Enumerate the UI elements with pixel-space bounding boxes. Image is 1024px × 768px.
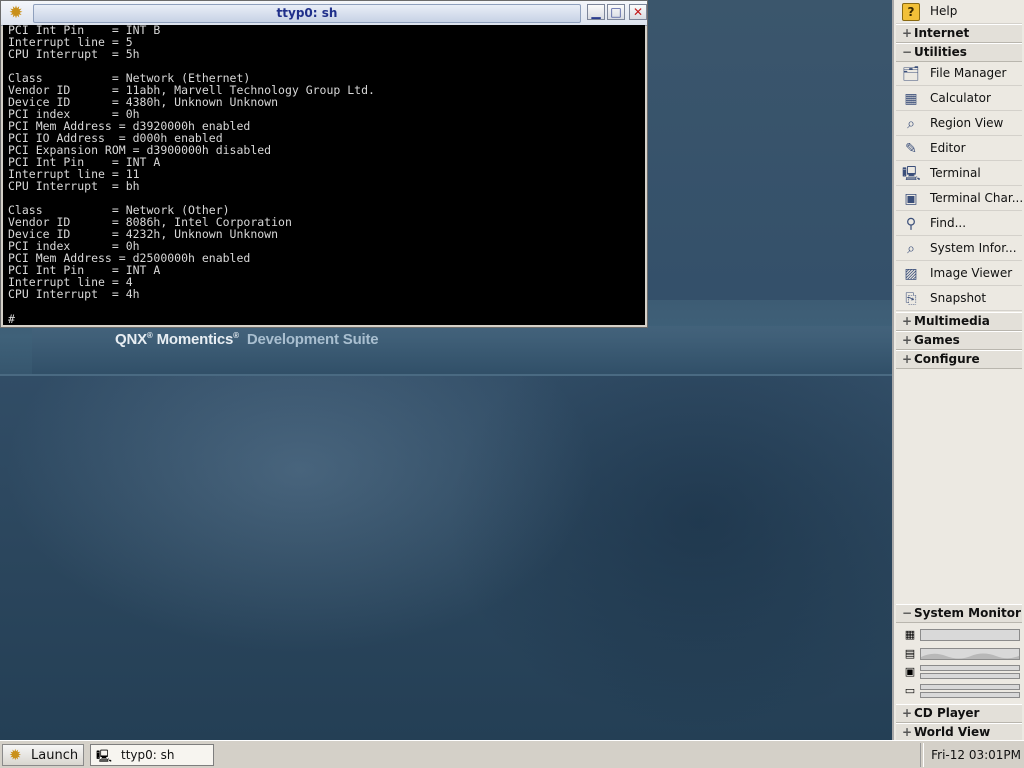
network-icon: ▭ [904,684,916,697]
expand-icon: + [902,725,913,739]
expand-icon: + [902,26,913,40]
editor-icon: ✎ [905,141,917,157]
right-shelf: ? Help + Internet − Utilities + Multimed… [892,0,1024,742]
find-icon: ⚲ [905,216,917,232]
system-info-icon: ⌕ [907,241,915,257]
net-out-bar [920,692,1020,698]
group-cd-player[interactable]: + CD Player [896,704,1022,723]
shell-prompt[interactable]: # _ [8,313,29,325]
group-utilities[interactable]: − Utilities [896,43,1022,62]
window-menu-icon[interactable]: ✹ [6,4,26,22]
net-in-bar [920,684,1020,690]
shelf-item-terminal[interactable]: 🖳 Terminal [896,162,1022,186]
shelf-item-label: Image Viewer [930,266,1013,280]
image-viewer-icon: ▨ [904,266,918,282]
minimize-button[interactable]: ▁ [587,4,605,20]
launch-button[interactable]: ✹ Launch [2,744,84,766]
launch-icon: ✹ [9,746,22,764]
shelf-item-label: Calculator [930,91,991,105]
shelf-item-label: File Manager [930,66,1007,80]
terminal-window[interactable]: ✹ ttyp0: sh ▁ □ ✕ PCI Int Pin = INT B In… [0,0,648,328]
terminal-output: PCI Int Pin = INT B Interrupt line = 5 C… [8,25,375,301]
collapse-icon: − [902,606,913,620]
shelf-item-label: Editor [930,141,966,155]
system-monitor-panel: ▦ ▤ ▣ ▭ [896,623,1022,703]
disk-monitor: ▣ [896,663,1022,681]
group-configure[interactable]: + Configure [896,350,1022,369]
shelf-item-help[interactable]: ? Help [896,0,1022,24]
maximize-button[interactable]: □ [607,4,625,20]
snapshot-icon: ⎘ [905,291,917,307]
shelf-item-find[interactable]: ⚲ Find... [896,212,1022,236]
expand-icon: + [902,352,913,366]
shelf-item-label: System Infor... [930,241,1017,255]
group-games[interactable]: + Games [896,331,1022,350]
calculator-icon: ▦ [904,91,918,107]
title-bar[interactable]: ttyp0: sh [33,4,581,23]
file-manager-icon: 🗂 [902,66,920,82]
disk-write-bar [920,673,1020,679]
cpu-monitor: ▦ [896,626,1022,644]
shelf-item-label: Region View [930,116,1004,130]
cpu-icon: ▦ [904,628,916,641]
collapse-icon: − [902,45,913,59]
group-internet[interactable]: + Internet [896,24,1022,43]
shelf-item-editor[interactable]: ✎ Editor [896,137,1022,161]
close-button[interactable]: ✕ [629,4,647,20]
help-icon: ? [902,3,920,21]
magnifier-icon: ⌕ [907,116,915,132]
terminal-char-icon: ▣ [904,191,918,207]
expand-icon: + [902,706,913,720]
shelf-item-label: Snapshot [930,291,987,305]
memory-icon: ▤ [904,647,916,660]
shelf-item-snapshot[interactable]: ⎘ Snapshot [896,287,1022,311]
cpu-usage-bar [920,629,1020,641]
network-monitor: ▭ [896,682,1022,700]
terminal-screen[interactable]: PCI Int Pin = INT B Interrupt line = 5 C… [3,25,645,325]
clock[interactable]: Fri-12 03:01PM [925,744,1021,766]
disk-read-bar [920,665,1020,671]
memory-graph [920,648,1020,660]
shelf-item-file-manager[interactable]: 🗂 File Manager [896,62,1022,86]
window-title: ttyp0: sh [276,6,338,20]
shelf-item-label: Find... [930,216,967,230]
expand-icon: + [902,333,913,347]
shelf-item-label: Terminal [930,166,981,180]
group-multimedia[interactable]: + Multimedia [896,312,1022,331]
disk-icon: ▣ [904,665,916,678]
shelf-item-image-viewer[interactable]: ▨ Image Viewer [896,262,1022,286]
taskbar: ✹ Launch 🖳 ttyp0: sh Fri-12 03:01PM [0,740,1024,768]
terminal-icon: 🖳 [902,166,921,182]
taskbar-divider [920,743,924,767]
terminal-icon: 🖳 [96,749,113,763]
shelf-item-terminal-char[interactable]: ▣ Terminal Char... [896,187,1024,211]
shelf-item-system-infor[interactable]: ⌕ System Infor... [896,237,1022,261]
shelf-item-region-view[interactable]: ⌕ Region View [896,112,1022,136]
terminal-titlebar[interactable]: ✹ ttyp0: sh ▁ □ ✕ [1,1,647,26]
taskbar-item-terminal[interactable]: 🖳 ttyp0: sh [90,744,214,766]
shelf-item-label: Terminal Char... [930,191,1024,205]
expand-icon: + [902,314,913,328]
memory-monitor: ▤ [896,645,1022,663]
group-system-monitor[interactable]: − System Monitor [896,604,1022,623]
qnx-momentics-logo: QNX® Momentics® Development Suite [115,331,379,348]
shelf-item-calculator[interactable]: ▦ Calculator [896,87,1022,111]
